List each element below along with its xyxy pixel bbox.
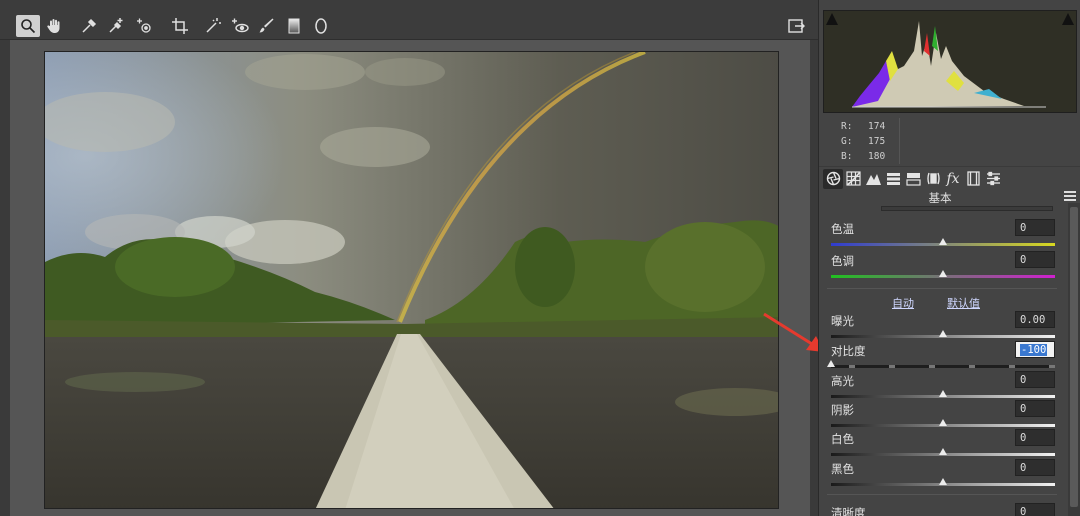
readout-divider (899, 118, 900, 164)
shadows-value[interactable]: 0 (1015, 400, 1055, 417)
ellipse-icon[interactable] (309, 15, 333, 37)
tint-label: 色调 (831, 254, 854, 268)
highlights-label: 高光 (831, 374, 854, 388)
exposure-slider[interactable]: 曝光 0.00 (831, 311, 1055, 343)
panel-scrollbar[interactable] (1068, 203, 1080, 516)
exposure-label: 曝光 (831, 314, 854, 328)
crop-icon[interactable] (168, 15, 192, 37)
default-link[interactable]: 默认值 (947, 295, 980, 311)
white-balance-dropdown[interactable] (881, 206, 1053, 211)
r-value: 174 (868, 121, 886, 132)
shadows-label: 阴影 (831, 403, 854, 417)
tab-lens-icon[interactable] (923, 169, 943, 189)
rgb-readout: R: 174 G: 175 B: 180 (841, 119, 885, 164)
tab-presets-sliders-icon[interactable] (983, 169, 1003, 189)
adjustment-panel: R: 174 G: 175 B: 180 fx 基本 色温 0 色调 0 自动 … (818, 0, 1080, 516)
auto-link[interactable]: 自动 (892, 295, 914, 311)
whites-slider[interactable]: 白色 0 (831, 429, 1055, 461)
blacks-slider[interactable]: 黑色 0 (831, 459, 1055, 491)
b-value: 180 (868, 151, 886, 162)
temperature-label: 色温 (831, 222, 854, 236)
hand-icon[interactable] (42, 15, 66, 37)
temperature-value[interactable]: 0 (1015, 219, 1055, 236)
eyedropper-icon[interactable] (77, 15, 101, 37)
panel-tabs: fx (819, 166, 1080, 190)
highlights-value[interactable]: 0 (1015, 371, 1055, 388)
shadows-thumb[interactable] (939, 419, 947, 426)
contrast-label: 对比度 (831, 344, 866, 358)
zoom-tool-magnifier-icon[interactable] (16, 15, 40, 37)
tab-basic-aperture-icon[interactable] (823, 168, 843, 189)
contrast-slider[interactable]: 对比度 -100 (827, 341, 1055, 373)
g-label: G: (841, 136, 853, 147)
tab-effects-fx-icon[interactable]: fx (943, 169, 963, 189)
tab-detail-mountain-icon[interactable] (863, 169, 883, 189)
contrast-value[interactable]: -100 (1015, 341, 1055, 358)
toolbar (0, 0, 818, 40)
tint-slider[interactable]: 色调 0 (831, 251, 1055, 283)
histogram (823, 10, 1077, 113)
blacks-value[interactable]: 0 (1015, 459, 1055, 476)
contrast-thumb[interactable] (827, 360, 835, 367)
photo-preview[interactable] (44, 51, 779, 509)
tint-thumb[interactable] (939, 270, 947, 277)
annotation-arrow (763, 312, 824, 352)
whites-thumb[interactable] (939, 448, 947, 455)
export-icon[interactable] (784, 15, 808, 37)
clarity-value[interactable]: 0 (1015, 503, 1055, 516)
gradient-icon[interactable] (282, 15, 306, 37)
clarity-label: 清晰度 (831, 506, 866, 516)
g-value: 175 (868, 136, 886, 147)
whites-value[interactable]: 0 (1015, 429, 1055, 446)
wand-icon[interactable] (201, 15, 225, 37)
tab-tone-curve-icon[interactable] (843, 169, 863, 189)
blacks-thumb[interactable] (939, 478, 947, 485)
tint-value[interactable]: 0 (1015, 251, 1055, 268)
tab-split-toning-icon[interactable] (903, 169, 923, 189)
divider (827, 494, 1057, 495)
exposure-value[interactable]: 0.00 (1015, 311, 1055, 328)
contrast-value-text: -100 (1020, 344, 1048, 356)
exposure-thumb[interactable] (939, 330, 947, 337)
panel-menu-icon[interactable] (1064, 191, 1076, 201)
highlights-thumb[interactable] (939, 390, 947, 397)
clarity-slider[interactable]: 清晰度 0 (831, 503, 1055, 516)
image-canvas[interactable] (10, 40, 810, 516)
eye-plus-icon[interactable] (228, 15, 252, 37)
brush-icon[interactable] (254, 15, 278, 37)
target-icon[interactable] (132, 15, 156, 37)
temperature-slider[interactable]: 色温 0 (831, 219, 1055, 251)
blacks-label: 黑色 (831, 462, 854, 476)
tab-hsl-icon[interactable] (883, 169, 903, 189)
r-label: R: (841, 121, 853, 132)
shadows-slider[interactable]: 阴影 0 (831, 400, 1055, 432)
contrast-track[interactable] (831, 365, 1055, 368)
divider (827, 288, 1057, 289)
temperature-thumb[interactable] (939, 238, 947, 245)
basic-settings: 色温 0 色调 0 自动 默认值 曝光 0.00 对比度 -100 高光 0 阴… (819, 203, 1067, 516)
b-label: B: (841, 151, 853, 162)
whites-label: 白色 (831, 432, 854, 446)
highlights-slider[interactable]: 高光 0 (831, 371, 1055, 403)
tab-camera-calibration-icon[interactable] (963, 169, 983, 189)
eyedropper-plus-icon[interactable] (104, 15, 128, 37)
